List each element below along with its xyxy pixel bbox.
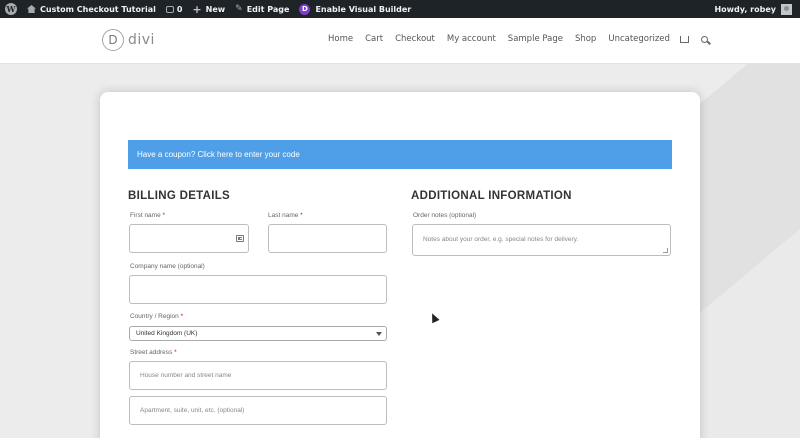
new-label: New [205,4,226,14]
contact-card-icon[interactable] [236,235,244,242]
last-name-label: Last name * [268,212,303,219]
nav-item-home[interactable]: Home [328,34,353,44]
first-name-field[interactable] [129,224,249,253]
comments-count: 0 [176,4,183,14]
checkout-card: Have a coupon? Click here to enter your … [100,92,700,438]
main-nav: Home Cart Checkout My account Sample Pag… [322,34,708,44]
plus-icon: + [192,2,202,16]
divi-icon: D [299,3,311,15]
logo-text: divi [128,32,155,48]
visual-builder-link[interactable]: D Enable Visual Builder [294,0,416,18]
home-icon [27,5,36,13]
pencil-icon: ✎ [235,4,243,14]
site-name-menu[interactable]: Custom Checkout Tutorial [22,0,161,18]
resize-handle-icon[interactable] [663,248,668,253]
new-content-menu[interactable]: + New [187,0,230,18]
cart-icon[interactable] [679,35,689,43]
comment-icon [165,5,174,13]
nav-item-cart[interactable]: Cart [365,34,383,44]
site-logo[interactable]: D divi [102,29,155,51]
street-address-field[interactable]: House number and street name [129,361,387,390]
greeting: Howdy, robey [714,4,776,14]
last-name-field[interactable] [268,224,387,253]
required-mark: * [162,212,166,219]
order-notes-label: Order notes (optional) [413,212,477,219]
nav-item-checkout[interactable]: Checkout [395,34,435,44]
required-mark: * [300,212,303,219]
street-label: Street address * [130,349,177,356]
order-notes-field[interactable]: Notes about your order, e.g. special not… [412,224,671,256]
additional-info-title: ADDITIONAL INFORMATION [411,190,572,202]
country-label: Country / Region * [130,313,184,320]
nav-item-sample-page[interactable]: Sample Page [508,34,563,44]
edit-page-label: Edit Page [246,4,290,14]
coupon-notice[interactable]: Have a coupon? Click here to enter your … [128,140,672,169]
first-name-label: First name * [130,212,166,219]
site-header: D divi Home Cart Checkout My account Sam… [0,18,800,64]
street-placeholder: House number and street name [140,372,232,379]
order-notes-placeholder: Notes about your order, e.g. special not… [423,236,579,243]
comments-menu[interactable]: 0 [161,0,188,18]
street-address-2-field[interactable]: Apartment, suite, unit, etc. (optional) [129,396,387,425]
avatar [781,3,792,15]
billing-title: BILLING DETAILS [128,190,231,202]
required-mark: * [174,349,177,356]
wp-logo-menu[interactable]: W [0,0,22,18]
company-field[interactable] [129,275,387,304]
country-select[interactable]: United Kingdom (UK) [129,326,387,341]
nav-item-my-account[interactable]: My account [447,34,496,44]
edit-page-link[interactable]: ✎ Edit Page [230,0,294,18]
country-value: United Kingdom (UK) [136,330,198,337]
required-mark: * [180,313,184,320]
nav-item-shop[interactable]: Shop [575,34,596,44]
search-icon[interactable] [700,35,708,43]
site-name: Custom Checkout Tutorial [40,4,156,14]
account-menu[interactable]: Howdy, robey [714,3,800,15]
street-2-placeholder: Apartment, suite, unit, etc. (optional) [140,407,245,414]
admin-bar: W Custom Checkout Tutorial 0 + New ✎ Edi… [0,0,800,18]
nav-item-uncategorized[interactable]: Uncategorized [608,34,670,44]
wordpress-icon: W [5,3,17,15]
visual-builder-label: Enable Visual Builder [315,4,412,14]
chevron-down-icon [376,332,382,336]
company-label: Company name (optional) [130,263,205,270]
logo-mark: D [102,29,124,51]
